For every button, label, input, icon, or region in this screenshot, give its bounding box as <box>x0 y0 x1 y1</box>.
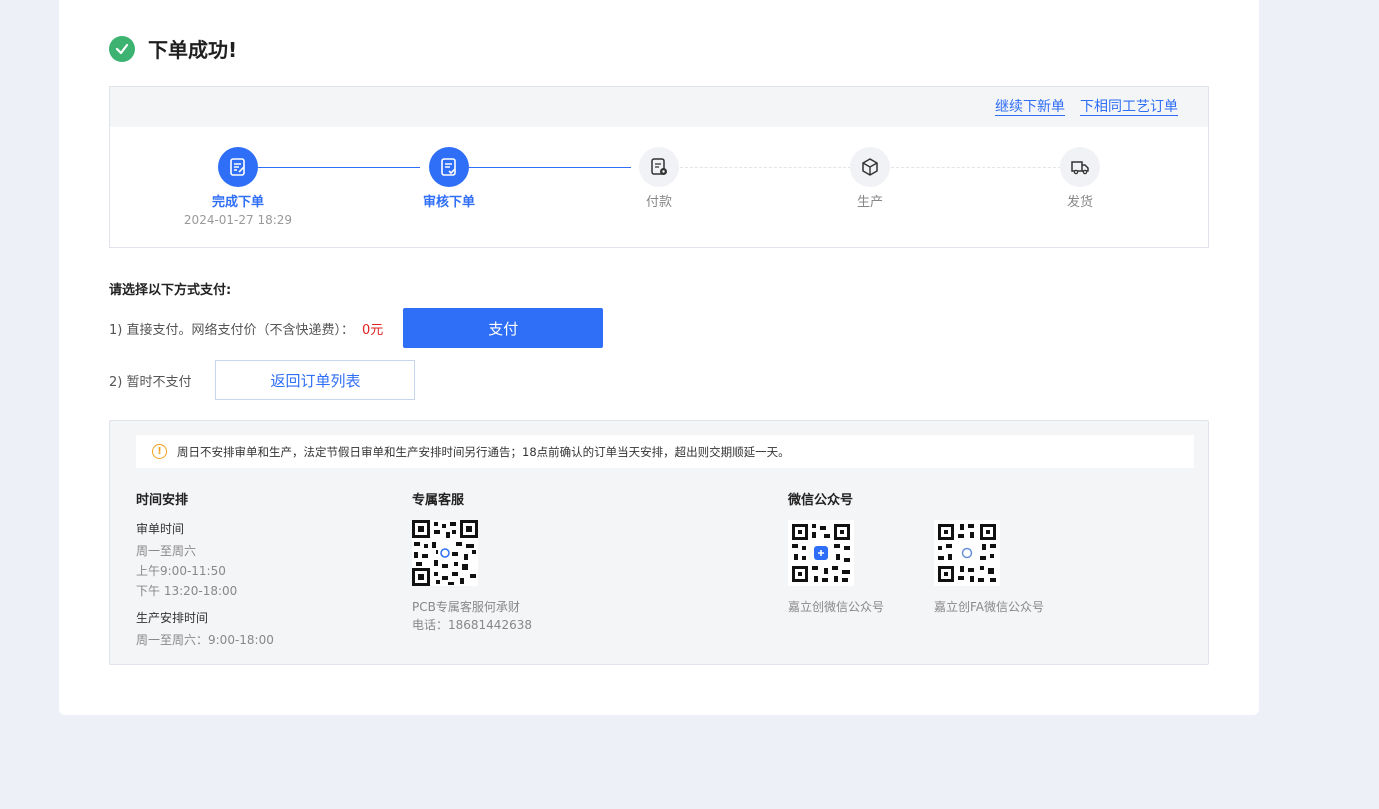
step-review: 审核下单 <box>379 147 519 210</box>
progress-steps: 完成下单 2024-01-27 18:29 审核下单 付款 生产 发货 <box>110 127 1208 247</box>
step-date: 2024-01-27 18:29 <box>183 213 293 227</box>
same-process-order-link[interactable]: 下相同工艺订单 <box>1080 99 1178 116</box>
step-order-placed: 完成下单 2024-01-27 18:29 <box>168 147 308 227</box>
pay-button[interactable]: 支付 <box>403 308 604 348</box>
step-label: 生产 <box>856 195 883 210</box>
wechat-fa-qr-code <box>934 520 1000 586</box>
payment-option-later: 2) 暂时不支付 返回订单列表 <box>109 360 416 400</box>
wechat-qr-code <box>788 520 854 586</box>
step-payment: 付款 <box>589 147 729 210</box>
schedule-title: 时间安排 <box>136 493 189 508</box>
warning-icon: ! <box>152 444 167 459</box>
review-time-line: 下午 13:20-18:00 <box>136 584 238 598</box>
service-title: 专属客服 <box>412 493 465 508</box>
review-time-title: 审单时间 <box>136 522 185 536</box>
review-time-line: 上午9:00-11:50 <box>136 564 226 578</box>
step-label: 审核下单 <box>422 195 475 210</box>
schedule-section: 时间安排 审单时间 周一至周六 上午9:00-11:50 下午 13:20-18… <box>136 489 274 650</box>
wechat-section: 微信公众号 嘉立创微信公众号 嘉立创FA微信公众号 <box>788 489 1080 616</box>
notice-bar: ! 周日不安排审单和生产，法定节假日审单和生产安排时间另行通告；18点前确认的订… <box>136 435 1194 468</box>
truck-icon <box>1060 147 1100 187</box>
payment-option-direct: 1) 直接支付。网络支付价（不含快递费）： 0元 支付 <box>109 308 604 348</box>
service-section: 专属客服 PCB专属客服何承财 电话：18681442638 <box>412 489 532 634</box>
payment-heading: 请选择以下方式支付: <box>109 283 232 298</box>
wechat-qr-item: 嘉立创FA微信公众号 <box>934 520 1080 616</box>
order-progress: 继续下新单 下相同工艺订单 完成下单 2024-01-27 18:29 审核下单 <box>109 86 1209 248</box>
wechat-title: 微信公众号 <box>788 493 854 508</box>
wechat-fa-qr-caption: 嘉立创FA微信公众号 <box>934 600 1045 614</box>
review-time-line: 周一至周六 <box>136 544 197 558</box>
price-value: 0元 <box>361 322 384 338</box>
back-to-orders-button[interactable]: 返回订单列表 <box>215 360 416 400</box>
success-header: 下单成功! <box>109 34 237 63</box>
step-label: 发货 <box>1066 195 1093 210</box>
order-doc-icon <box>218 147 258 187</box>
pay-later-label: 2) 暂时不支付 <box>109 374 192 390</box>
progress-actions: 继续下新单 下相同工艺订单 <box>110 87 1208 127</box>
service-phone: 电话：18681442638 <box>412 618 532 632</box>
wechat-qr-caption: 嘉立创微信公众号 <box>788 600 885 614</box>
notice-text: 周日不安排审单和生产，法定节假日审单和生产安排时间另行通告；18点前确认的订单当… <box>177 444 790 459</box>
page-title: 下单成功! <box>148 38 238 62</box>
main-card: 下单成功! 继续下新单 下相同工艺订单 完成下单 2024-01-27 18:2… <box>59 0 1259 715</box>
service-name: PCB专属客服何承财 <box>412 600 520 614</box>
info-panel: ! 周日不安排审单和生产，法定节假日审单和生产安排时间另行通告；18点前确认的订… <box>109 420 1209 665</box>
production-time-line: 周一至周六：9:00-18:00 <box>136 633 274 647</box>
step-label: 完成下单 <box>211 195 264 210</box>
box-icon <box>850 147 890 187</box>
new-order-link[interactable]: 继续下新单 <box>995 99 1065 116</box>
review-doc-icon <box>429 147 469 187</box>
wechat-qr-list: 嘉立创微信公众号 嘉立创FA微信公众号 <box>788 520 1080 616</box>
payment-doc-icon <box>639 147 679 187</box>
step-production: 生产 <box>800 147 940 210</box>
service-qr-code <box>412 520 478 586</box>
production-time-title: 生产安排时间 <box>136 611 209 625</box>
direct-pay-label: 1) 直接支付。网络支付价（不含快递费）： <box>109 322 354 338</box>
wechat-qr-item: 嘉立创微信公众号 <box>788 520 934 616</box>
step-label: 付款 <box>645 195 672 210</box>
step-shipping: 发货 <box>1010 147 1150 210</box>
check-circle-icon <box>109 35 135 62</box>
